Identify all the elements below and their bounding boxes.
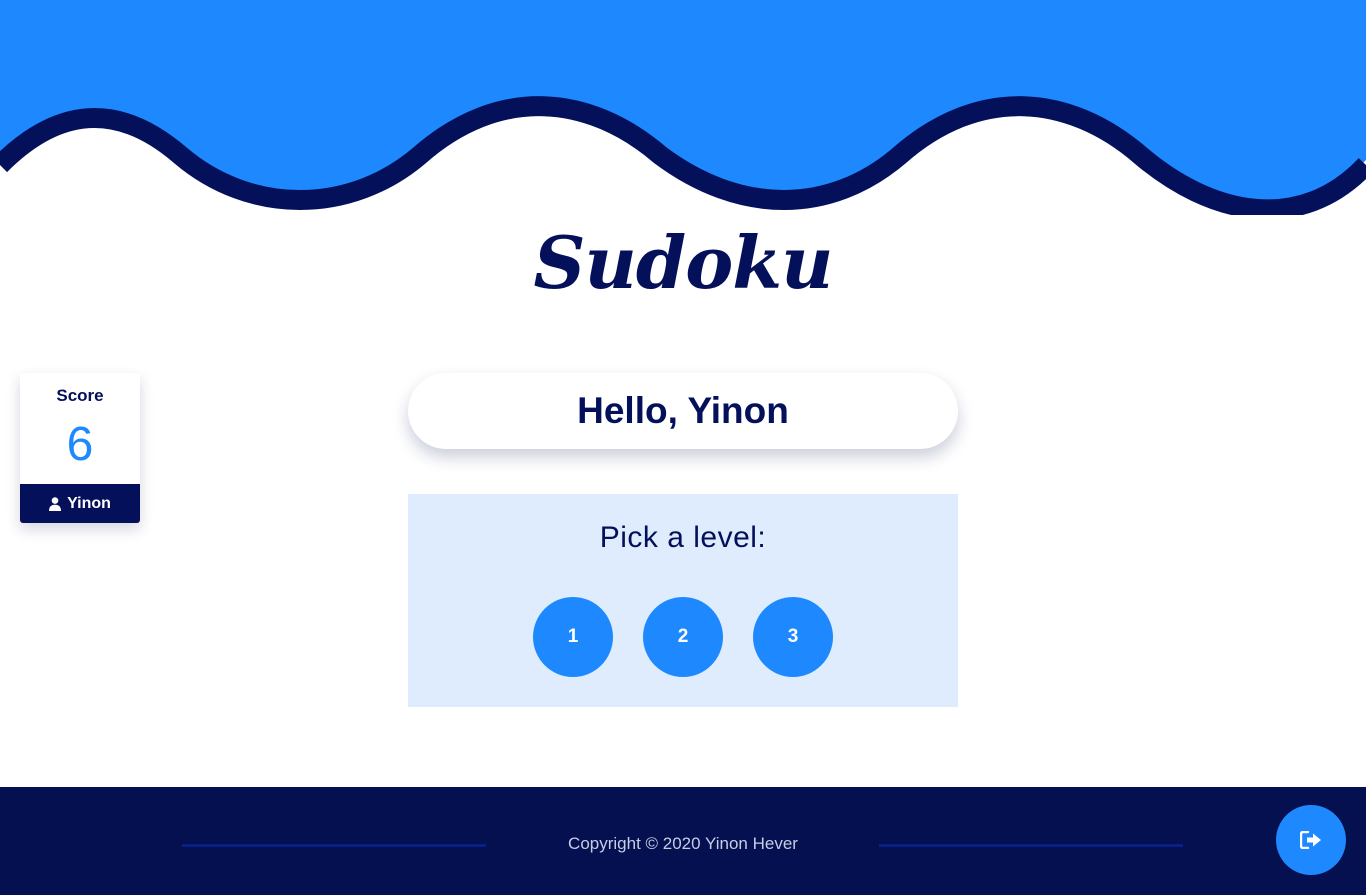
sign-out-icon: [1300, 831, 1321, 849]
logout-button[interactable]: [1276, 805, 1346, 875]
footer-divider-right: [879, 844, 1183, 847]
app-title: Sudoku: [533, 220, 834, 305]
level-3-button[interactable]: 3: [753, 597, 833, 677]
user-icon: [49, 496, 62, 511]
score-value: 6: [66, 418, 94, 471]
footer: Copyright © 2020 Yinon Hever: [0, 787, 1366, 895]
level-1-button[interactable]: 1: [533, 597, 613, 677]
greeting-banner: Hello, Yinon: [408, 373, 958, 449]
header-wave: [0, 0, 1366, 215]
level-2-button[interactable]: 2: [643, 597, 723, 677]
score-card: Score 6 Yinon: [20, 373, 140, 523]
score-user-name: Yinon: [67, 494, 111, 512]
score-user-bar: Yinon: [20, 484, 140, 523]
page: Sudoku Score 6 Yinon Hello, Yinon Pick a…: [0, 0, 1366, 895]
level-picker-title: Pick a level:: [599, 521, 767, 554]
level-picker: Pick a level: 1 2 3: [408, 494, 958, 707]
score-label: Score: [56, 386, 104, 405]
